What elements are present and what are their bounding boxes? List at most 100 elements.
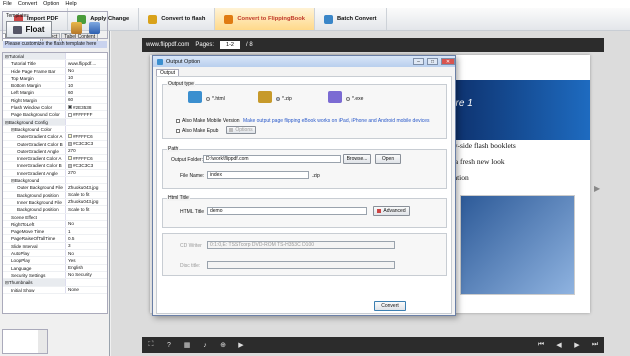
property-value[interactable]: No xyxy=(66,250,107,256)
property-row[interactable]: Bottom Margin 10 xyxy=(3,82,107,90)
prev-page-icon[interactable]: ◀ xyxy=(550,341,568,349)
property-row[interactable]: InnerGradient Color A #FFFFC6 xyxy=(3,155,107,163)
close-icon[interactable]: ✕ xyxy=(441,58,455,65)
output-type-exe-radio[interactable]: *.exe xyxy=(346,96,363,102)
first-page-icon[interactable]: ⏮ xyxy=(532,341,550,349)
property-row[interactable]: Outer Background File Zhuoku043.jpg xyxy=(3,184,107,192)
property-row[interactable]: InnerGradient Angle 270 xyxy=(3,169,107,178)
property-value[interactable] xyxy=(66,214,107,220)
property-row[interactable]: Right Margin 60 xyxy=(3,96,107,105)
property-value[interactable]: No xyxy=(66,221,107,227)
open-button[interactable]: Open xyxy=(375,154,401,164)
property-row[interactable]: ⊟Background xyxy=(3,177,107,185)
property-row[interactable]: Inner Background File Zhuoku043.jpg xyxy=(3,198,107,207)
property-row[interactable]: Initial Show None xyxy=(3,286,107,294)
menu-option[interactable]: Option xyxy=(43,1,59,7)
property-row[interactable]: ⊟Background Color xyxy=(3,125,107,134)
property-row[interactable]: ⊟Thumbnails xyxy=(3,279,107,287)
html-title-field[interactable]: demo xyxy=(207,207,367,215)
property-row[interactable]: Flash Window Color #2E3538 xyxy=(3,104,107,112)
template-settings-icon[interactable] xyxy=(71,22,82,34)
property-value[interactable] xyxy=(66,177,107,183)
property-value[interactable]: 1 xyxy=(66,228,107,234)
property-value[interactable]: 270 xyxy=(66,170,107,176)
property-row[interactable]: Page Background Color #FFFFFF xyxy=(3,111,107,119)
property-value[interactable]: 3 xyxy=(66,243,107,249)
property-row[interactable]: Background position Scale to fit xyxy=(3,191,107,199)
menu-help[interactable]: Help xyxy=(65,1,76,7)
property-row[interactable]: InnerGradient Color B #C3C3C3 xyxy=(3,162,107,170)
property-value[interactable]: Scale to fit xyxy=(66,192,107,198)
property-row[interactable]: Left Margin 60 xyxy=(3,89,107,97)
property-value[interactable]: 60 xyxy=(66,97,107,103)
property-value[interactable]: #2E3538 xyxy=(66,104,107,110)
sound-icon[interactable]: ♪ xyxy=(196,342,214,349)
property-grid[interactable]: ⊟Tutorial Tutorial Title www.flippdf.... Hi… xyxy=(2,52,108,314)
next-page-icon[interactable]: ▶ xyxy=(568,341,586,349)
property-row[interactable]: PageRaiseOfTallTime 0.5 xyxy=(3,235,107,243)
property-row[interactable]: Background position Scale to fit xyxy=(3,206,107,214)
options-button[interactable]: Options xyxy=(226,126,256,134)
mobile-version-checkbox[interactable]: Also Make Mobile Version xyxy=(176,118,240,124)
zoom-icon[interactable]: ⊕ xyxy=(214,341,232,349)
property-value[interactable]: #FFFFC6 xyxy=(66,133,107,139)
property-value[interactable]: 60 xyxy=(66,89,107,95)
property-row[interactable]: AutoPlay No xyxy=(3,250,107,258)
template-float-button[interactable]: Float xyxy=(6,21,52,38)
property-row[interactable]: Hide Page Frame Bar No xyxy=(3,67,107,75)
property-value[interactable]: No Security xyxy=(66,272,107,278)
advanced-button[interactable]: Advanced xyxy=(373,206,410,216)
property-row[interactable]: ⊟Background Config xyxy=(3,118,107,126)
property-row[interactable]: Language English xyxy=(3,264,107,272)
property-value[interactable]: www.flippdf.... xyxy=(66,60,107,66)
property-value[interactable]: Zhuoku043.jpg xyxy=(66,184,107,190)
epub-checkbox[interactable]: Also Make Epub xyxy=(176,128,218,134)
thumbnails-icon[interactable]: ▦ xyxy=(178,341,196,349)
property-value[interactable]: 10 xyxy=(66,75,107,81)
file-name-field[interactable]: index xyxy=(207,171,309,179)
minimize-icon[interactable]: – xyxy=(413,58,424,65)
toolbar-convert-flippingbook-button[interactable]: Convert to FlippingBook xyxy=(215,8,315,30)
maximize-icon[interactable]: □ xyxy=(427,58,438,65)
fit-screen-icon[interactable]: ⛶ xyxy=(142,341,160,349)
property-row[interactable]: Tutorial Title www.flippdf.... xyxy=(3,60,107,68)
output-folder-field[interactable]: D:\work\flippdf.com xyxy=(203,155,341,163)
disc-title-field[interactable] xyxy=(207,261,395,269)
property-value[interactable] xyxy=(66,53,107,59)
output-type-zip-radio[interactable]: *.zip xyxy=(276,96,292,102)
property-row[interactable]: LoopPlay Yes xyxy=(3,257,107,265)
property-row[interactable]: Security Settings No Security xyxy=(3,271,107,280)
property-row[interactable]: Slide Interval 3 xyxy=(3,242,107,251)
property-value[interactable]: #FFFFC6 xyxy=(66,155,107,161)
help-icon[interactable]: ? xyxy=(160,342,178,349)
property-row[interactable]: Scene Effect xyxy=(3,213,107,221)
property-value[interactable]: No xyxy=(66,68,107,74)
last-page-icon[interactable]: ⏭ xyxy=(586,341,604,349)
property-value[interactable] xyxy=(66,279,107,285)
property-row[interactable]: Top Margin 10 xyxy=(3,74,107,83)
mobile-version-link[interactable]: Make output page flipping eBook works on… xyxy=(243,118,443,124)
property-value[interactable]: Yes xyxy=(66,257,107,263)
output-type-html-radio[interactable]: *.html xyxy=(206,96,225,102)
toolbar-batch-convert-button[interactable]: Batch Convert xyxy=(315,8,387,30)
property-row[interactable]: RightToLeft No xyxy=(3,220,107,229)
autoplay-icon[interactable]: ▶ xyxy=(232,341,250,349)
property-row[interactable]: ⊟Tutorial xyxy=(3,53,107,61)
property-value[interactable]: 0.5 xyxy=(66,235,107,241)
menu-convert[interactable]: Convert xyxy=(18,1,37,7)
cd-writer-select[interactable]: 0:1:0,E: TSSTcorp DVD-ROM TS-H353C D100 xyxy=(207,241,395,249)
property-value[interactable]: None xyxy=(66,287,107,293)
description-scrollbar[interactable] xyxy=(38,330,47,353)
radio-button[interactable] xyxy=(206,97,210,101)
property-row[interactable]: OuterGradient Color B #C3C3C3 xyxy=(3,140,107,148)
template-save-icon[interactable] xyxy=(89,22,100,34)
property-row[interactable]: PageMove Time 1 xyxy=(3,228,107,236)
property-value[interactable]: Scale to fit xyxy=(66,206,107,212)
property-row[interactable]: OuterGradient Angle 270 xyxy=(3,147,107,156)
property-value[interactable]: #C3C3C3 xyxy=(66,162,107,168)
page-number-input[interactable]: 1-2 xyxy=(220,41,240,49)
property-value[interactable]: 10 xyxy=(66,82,107,88)
property-value[interactable]: English xyxy=(66,265,107,271)
convert-button[interactable]: Convert xyxy=(374,301,406,311)
menu-file[interactable]: File xyxy=(3,1,12,7)
